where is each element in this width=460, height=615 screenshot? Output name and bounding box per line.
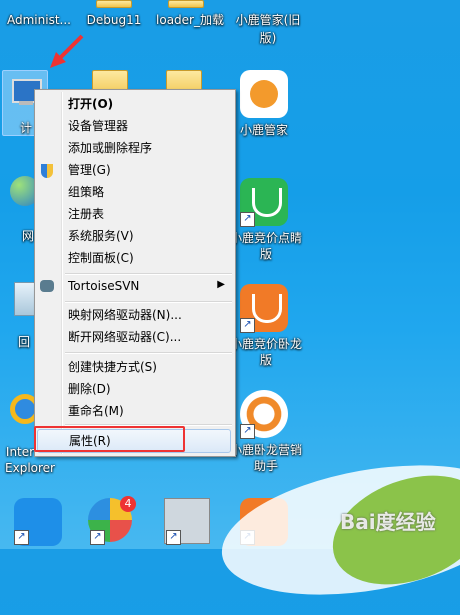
desktop-label-assist-2: 助手 <box>253 459 278 473</box>
context-menu: 打开(O) 设备管理器 添加或删除程序 管理(G) 组策略 注册表 系统服务(V… <box>34 89 236 457</box>
menu-item-delete[interactable]: 删除(D) <box>37 378 231 400</box>
desktop-label-administrator[interactable]: Administ... <box>0 12 78 28</box>
deer-manager-icon[interactable] <box>240 70 288 118</box>
desktop-label-assist[interactable]: 小鹿卧龙营销 <box>226 442 306 458</box>
desktop-label-ie-2: Explorer <box>5 461 55 475</box>
folder-icon[interactable] <box>168 0 204 8</box>
notification-badge: 4 <box>120 496 136 512</box>
menu-item-tortoisesvn[interactable]: TortoiseSVN <box>37 275 231 297</box>
menu-item-registry[interactable]: 注册表 <box>37 203 231 225</box>
watermark: Bai度经验 <box>340 510 436 534</box>
shortcut-arrow-icon: ↗ <box>240 212 255 227</box>
shortcut-arrow-icon: ↗ <box>166 530 181 545</box>
menu-separator <box>65 352 232 354</box>
shortcut-arrow-icon: ↗ <box>240 424 255 439</box>
desktop-label-dragon-2: 版 <box>259 353 272 367</box>
menu-item-manage[interactable]: 管理(G) <box>37 159 231 181</box>
menu-item-open[interactable]: 打开(O) <box>37 93 231 115</box>
desktop-label-loader[interactable]: loader_加载 <box>150 12 230 28</box>
menu-item-create-shortcut[interactable]: 创建快捷方式(S) <box>37 356 231 378</box>
menu-item-control-panel[interactable]: 控制面板(C) <box>37 247 231 269</box>
desktop-label-deer-manager[interactable]: 小鹿管家 <box>232 122 296 138</box>
desktop-label-debug11[interactable]: Debug11 <box>82 12 146 28</box>
menu-item-group-policy[interactable]: 组策略 <box>37 181 231 203</box>
menu-item-disconnect-drive[interactable]: 断开网络驱动器(C)... <box>37 326 231 348</box>
menu-item-add-remove[interactable]: 添加或删除程序 <box>37 137 231 159</box>
desktop-label-computer: 计 <box>19 121 32 135</box>
desktop-label-deer-old-2: 版) <box>259 31 277 45</box>
menu-item-system-services[interactable]: 系统服务(V) <box>37 225 231 247</box>
menu-separator <box>65 301 232 303</box>
menu-item-device-manager[interactable]: 设备管理器 <box>37 115 231 137</box>
desktop-label-deer-old[interactable]: 小鹿管家(旧 <box>232 12 304 28</box>
desktop-label-bid-2: 版 <box>259 247 272 261</box>
desktop-label-dragon[interactable]: 小鹿竞价卧龙 <box>226 336 306 352</box>
shortcut-arrow-icon: ↗ <box>14 530 29 545</box>
red-arrow-icon <box>50 34 84 68</box>
menu-item-rename[interactable]: 重命名(M) <box>37 400 231 422</box>
menu-item-map-drive[interactable]: 映射网络驱动器(N)... <box>37 304 231 326</box>
shortcut-arrow-icon: ↗ <box>240 318 255 333</box>
folder-icon[interactable] <box>96 0 132 8</box>
desktop-label-recycle: 回 <box>17 335 30 349</box>
highlight-box <box>34 426 185 452</box>
desktop-label-bid[interactable]: 小鹿竞价点睛 <box>226 230 306 246</box>
submenu-arrow-icon: ▶ <box>217 279 225 290</box>
shortcut-arrow-icon: ↗ <box>90 530 105 545</box>
